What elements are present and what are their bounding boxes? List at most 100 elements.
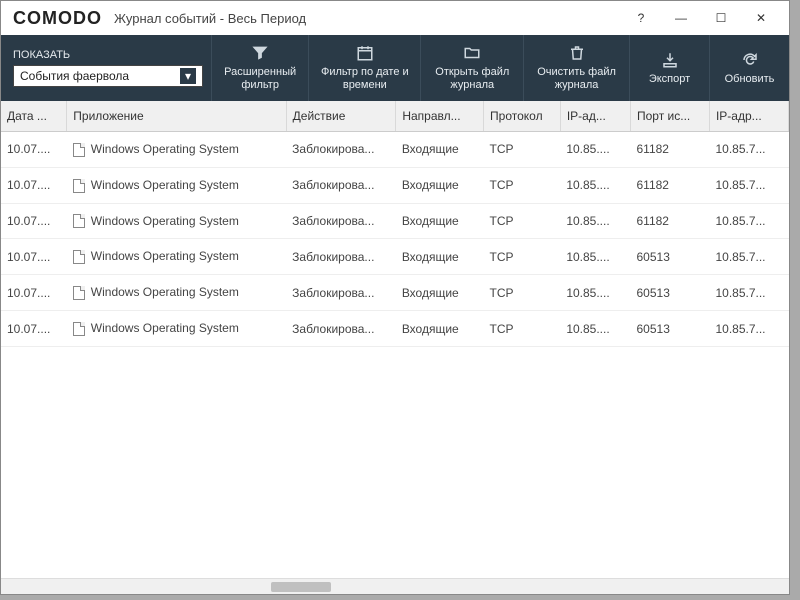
cell-src-ip: 10.85.... (560, 239, 630, 275)
export-icon (661, 51, 679, 69)
col-application[interactable]: Приложение (67, 101, 286, 132)
file-icon (73, 286, 85, 300)
advanced-filter-button[interactable]: Расширенный фильтр (211, 35, 308, 101)
select-value: События фаервола (20, 69, 129, 83)
cell-src-ip: 10.85.... (560, 203, 630, 239)
cell-direction: Входящие (396, 167, 484, 203)
cell-dst-ip: 10.85.7... (709, 167, 788, 203)
cell-action: Заблокирова... (286, 239, 396, 275)
cell-application: Windows Operating System (67, 132, 286, 168)
cell-date: 10.07.... (1, 203, 67, 239)
cell-dst-ip: 10.85.7... (709, 203, 788, 239)
close-button[interactable]: ✕ (741, 4, 781, 32)
cell-protocol: TCP (484, 275, 561, 311)
cell-src-ip: 10.85.... (560, 167, 630, 203)
tool-label: Расширенный фильтр (222, 66, 298, 91)
table-header: Дата ... Приложение Действие Направл... … (1, 101, 789, 132)
tool-label: Обновить (725, 73, 775, 86)
cell-protocol: TCP (484, 132, 561, 168)
file-icon (73, 250, 85, 264)
help-button[interactable]: ? (621, 4, 661, 32)
tool-label: Фильтр по дате и времени (319, 66, 410, 91)
maximize-button[interactable]: ☐ (701, 4, 741, 32)
cell-application: Windows Operating System (67, 275, 286, 311)
cell-action: Заблокирова... (286, 167, 396, 203)
cell-protocol: TCP (484, 167, 561, 203)
col-action[interactable]: Действие (286, 101, 396, 132)
cell-src-ip: 10.85.... (560, 132, 630, 168)
show-label: ПОКАЗАТЬ (13, 49, 201, 61)
cell-direction: Входящие (396, 311, 484, 347)
table-row[interactable]: 10.07....Windows Operating SystemЗаблоки… (1, 275, 789, 311)
cell-date: 10.07.... (1, 132, 67, 168)
trash-icon (568, 44, 586, 62)
chevron-down-icon: ▾ (180, 68, 196, 84)
window-controls: ? — ☐ ✕ (621, 4, 781, 32)
col-src-ip[interactable]: IP-ад... (560, 101, 630, 132)
cell-date: 10.07.... (1, 311, 67, 347)
export-button[interactable]: Экспорт (629, 35, 709, 101)
cell-src-port: 60513 (631, 239, 710, 275)
folder-open-icon (463, 44, 481, 62)
tool-label: Экспорт (649, 73, 690, 86)
clear-log-button[interactable]: Очистить файл журнала (523, 35, 629, 101)
cell-src-port: 60513 (631, 311, 710, 347)
log-type-select[interactable]: События фаервола ▾ (13, 65, 203, 87)
cell-src-port: 60513 (631, 275, 710, 311)
cell-direction: Входящие (396, 239, 484, 275)
table-row[interactable]: 10.07....Windows Operating SystemЗаблоки… (1, 311, 789, 347)
table-row[interactable]: 10.07....Windows Operating SystemЗаблоки… (1, 167, 789, 203)
cell-action: Заблокирова... (286, 311, 396, 347)
open-log-button[interactable]: Открыть файл журнала (420, 35, 523, 101)
date-filter-button[interactable]: Фильтр по дате и времени (308, 35, 420, 101)
tool-label: Очистить файл журнала (534, 66, 619, 91)
refresh-icon (741, 51, 759, 69)
cell-dst-ip: 10.85.7... (709, 239, 788, 275)
cell-dst-ip: 10.85.7... (709, 275, 788, 311)
file-icon (73, 179, 85, 193)
col-src-port[interactable]: Порт ис... (631, 101, 710, 132)
file-icon (73, 214, 85, 228)
toolbar: ПОКАЗАТЬ События фаервола ▾ Расширенный … (1, 35, 789, 101)
cell-src-ip: 10.85.... (560, 275, 630, 311)
funnel-icon (251, 44, 269, 62)
table-row[interactable]: 10.07....Windows Operating SystemЗаблоки… (1, 239, 789, 275)
cell-direction: Входящие (396, 275, 484, 311)
table-row[interactable]: 10.07....Windows Operating SystemЗаблоки… (1, 132, 789, 168)
file-icon (73, 322, 85, 336)
cell-application: Windows Operating System (67, 311, 286, 347)
log-table: Дата ... Приложение Действие Направл... … (1, 101, 789, 347)
col-date[interactable]: Дата ... (1, 101, 67, 132)
cell-date: 10.07.... (1, 239, 67, 275)
file-icon (73, 143, 85, 157)
window-title: Журнал событий - Весь Период (114, 11, 621, 26)
tool-label: Открыть файл журнала (431, 66, 513, 91)
minimize-button[interactable]: — (661, 4, 701, 32)
show-block: ПОКАЗАТЬ События фаервола ▾ (1, 35, 211, 101)
cell-src-port: 61182 (631, 167, 710, 203)
cell-application: Windows Operating System (67, 239, 286, 275)
cell-application: Windows Operating System (67, 167, 286, 203)
brand-logo: COMODO (13, 8, 102, 29)
cell-src-port: 61182 (631, 132, 710, 168)
col-protocol[interactable]: Протокол (484, 101, 561, 132)
col-dst-ip[interactable]: IP-адр... (709, 101, 788, 132)
cell-src-port: 61182 (631, 203, 710, 239)
table-body: 10.07....Windows Operating SystemЗаблоки… (1, 132, 789, 347)
col-direction[interactable]: Направл... (396, 101, 484, 132)
cell-dst-ip: 10.85.7... (709, 132, 788, 168)
horizontal-scrollbar[interactable] (1, 578, 789, 594)
cell-src-ip: 10.85.... (560, 311, 630, 347)
cell-protocol: TCP (484, 239, 561, 275)
log-table-wrap: Дата ... Приложение Действие Направл... … (1, 101, 789, 578)
cell-action: Заблокирова... (286, 203, 396, 239)
cell-date: 10.07.... (1, 167, 67, 203)
calendar-icon (356, 44, 374, 62)
cell-action: Заблокирова... (286, 132, 396, 168)
scrollbar-thumb[interactable] (271, 582, 331, 592)
cell-dst-ip: 10.85.7... (709, 311, 788, 347)
app-window: COMODO Журнал событий - Весь Период ? — … (0, 0, 790, 595)
table-row[interactable]: 10.07....Windows Operating SystemЗаблоки… (1, 203, 789, 239)
cell-direction: Входящие (396, 203, 484, 239)
refresh-button[interactable]: Обновить (709, 35, 789, 101)
